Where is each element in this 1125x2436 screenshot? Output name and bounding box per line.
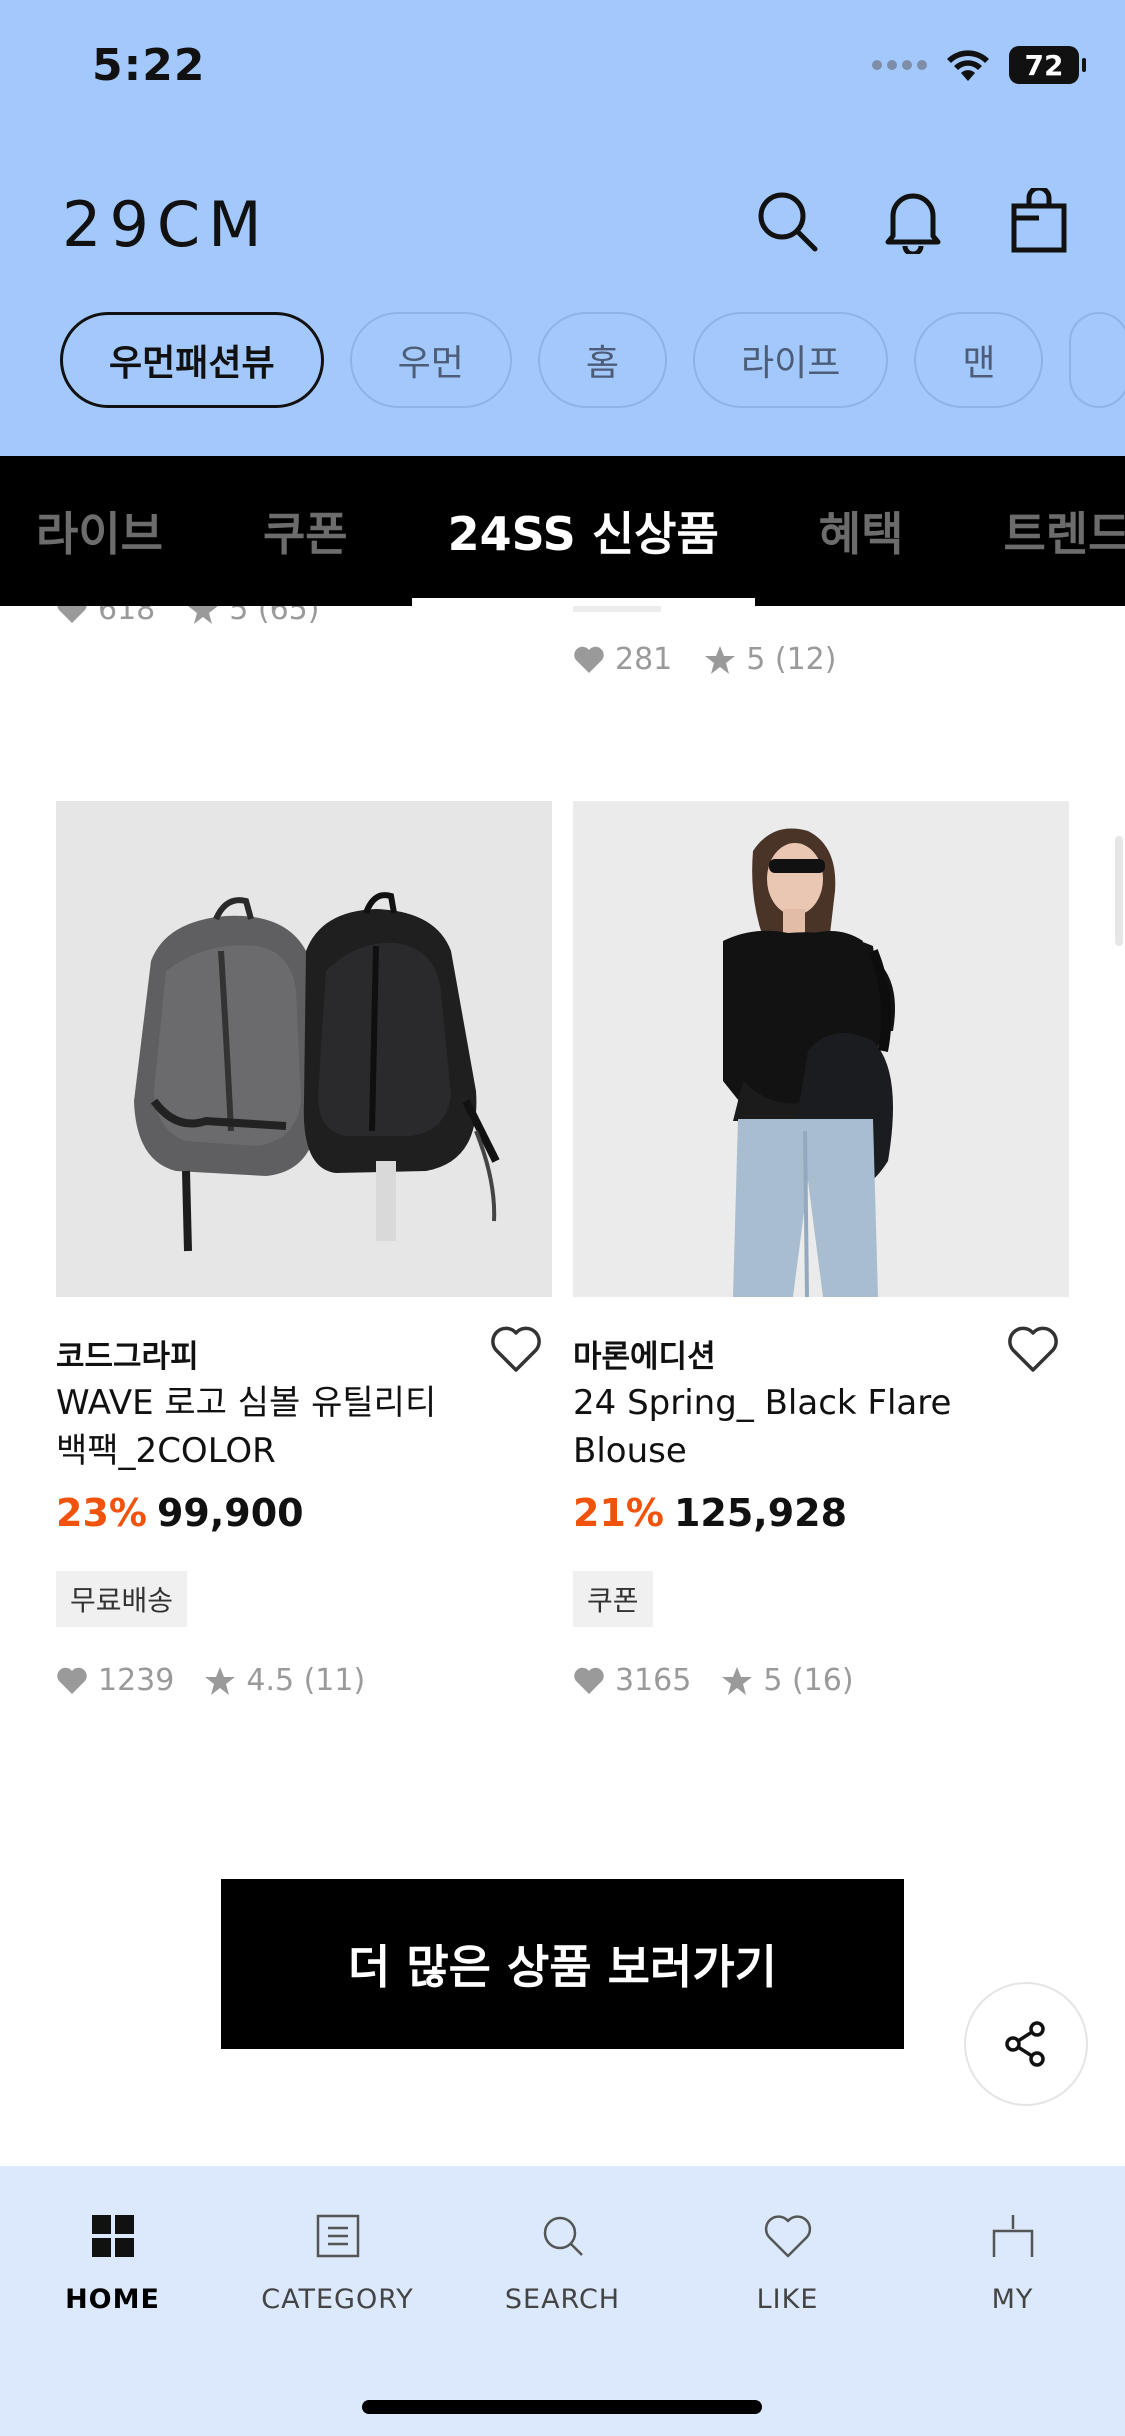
scroll-indicator bbox=[1115, 836, 1123, 946]
tab-coupon[interactable]: 쿠폰 bbox=[263, 456, 348, 606]
nav-my[interactable]: MY bbox=[900, 2206, 1125, 2315]
person-icon bbox=[983, 2206, 1043, 2266]
heart-icon bbox=[574, 1667, 604, 1694]
coupon-badge: 쿠폰 bbox=[573, 1571, 653, 1627]
price: 125,928 bbox=[673, 1491, 848, 1535]
top-header-area: 5:22 72 29CM 우먼패션뷰 우먼 홈 라이프 맨 bbox=[0, 0, 1125, 456]
product-stats: 3165 5 (16) bbox=[573, 1663, 884, 1698]
chip-men[interactable]: 맨 bbox=[914, 312, 1044, 408]
share-icon bbox=[1005, 2021, 1045, 2067]
price-row: 21% 125,928 bbox=[573, 1491, 847, 1535]
like-count: 1239 bbox=[98, 1663, 175, 1698]
app-header: 29CM bbox=[0, 170, 1125, 280]
product-feed: 618 5 (65) 281 5 (12) 코드그라피 WAVE 로고 심볼 유… bbox=[0, 606, 1125, 2166]
price-row: 23% 99,900 bbox=[56, 1491, 304, 1535]
rating: 4.5 (11) bbox=[246, 1663, 366, 1698]
like-count: 618 bbox=[98, 606, 156, 627]
heart-icon bbox=[758, 2206, 818, 2266]
like-heart-icon[interactable] bbox=[490, 1325, 542, 1377]
star-icon bbox=[722, 1666, 753, 1695]
battery-icon: 72 bbox=[1009, 46, 1086, 84]
chip-women[interactable]: 우먼 bbox=[349, 312, 512, 408]
like-heart-icon[interactable] bbox=[1007, 1325, 1059, 1377]
nav-label: LIKE bbox=[756, 2284, 819, 2315]
shopping-bag-icon[interactable] bbox=[1004, 186, 1074, 256]
tab-benefits[interactable]: 혜택 bbox=[819, 456, 904, 606]
star-icon bbox=[705, 645, 736, 674]
see-more-products-button[interactable]: 더 많은 상품 보러가기 bbox=[221, 1879, 904, 2049]
share-button[interactable] bbox=[964, 1982, 1088, 2106]
nav-label: SEARCH bbox=[504, 2284, 621, 2315]
product-image-blouse[interactable] bbox=[573, 801, 1069, 1297]
status-icons: 72 bbox=[872, 46, 1086, 84]
chip-more[interactable] bbox=[1069, 312, 1125, 408]
rating: 5 (65) bbox=[229, 606, 320, 627]
app-logo[interactable]: 29CM bbox=[62, 188, 270, 261]
home-grid-icon bbox=[83, 2206, 143, 2266]
signal-icon bbox=[872, 60, 927, 70]
rating: 5 (16) bbox=[763, 1663, 854, 1698]
rating: 5 (12) bbox=[746, 642, 837, 677]
nav-search[interactable]: SEARCH bbox=[450, 2206, 675, 2315]
discount-rate: 23% bbox=[56, 1491, 147, 1535]
discount-rate: 21% bbox=[573, 1491, 664, 1535]
like-count: 281 bbox=[615, 642, 673, 677]
star-icon bbox=[188, 606, 218, 624]
battery-level: 72 bbox=[1024, 48, 1064, 82]
product-card[interactable]: 마론에디션 24 Spring_ Black Flare Blouse 21% 1… bbox=[573, 801, 1069, 1698]
bell-icon[interactable] bbox=[878, 186, 948, 256]
product-card[interactable]: 코드그라피 WAVE 로고 심볼 유틸리티 백팩_2COLOR 23% 99,90… bbox=[56, 801, 552, 1698]
tab-live[interactable]: 라이브 bbox=[36, 456, 163, 606]
search-icon[interactable] bbox=[752, 186, 822, 256]
chip-womens-fashion-beauty[interactable]: 우먼패션뷰 bbox=[60, 312, 324, 408]
section-tab-bar: 라이브 쿠폰 24SS 신상품 혜택 트렌드 bbox=[0, 456, 1125, 606]
chip-life[interactable]: 라이프 bbox=[692, 312, 889, 408]
nav-label: MY bbox=[991, 2284, 1034, 2315]
chip-home[interactable]: 홈 bbox=[537, 312, 667, 408]
shipping-badge: 무료배송 bbox=[56, 1571, 188, 1627]
heart-icon bbox=[57, 606, 87, 623]
bottom-navigation: HOME CATEGORY SEARCH LIKE MY bbox=[0, 2166, 1125, 2436]
search-icon bbox=[533, 2206, 593, 2266]
nav-label: CATEGORY bbox=[261, 2284, 414, 2315]
prev-badge-edge bbox=[573, 606, 661, 612]
tab-24ss-new[interactable]: 24SS 신상품 bbox=[411, 456, 755, 606]
nav-category[interactable]: CATEGORY bbox=[225, 2206, 450, 2315]
heart-icon bbox=[574, 646, 604, 673]
category-chips: 우먼패션뷰 우먼 홈 라이프 맨 bbox=[60, 312, 1125, 408]
like-count: 3165 bbox=[615, 1663, 692, 1698]
product-brand[interactable]: 마론에디션 bbox=[573, 1331, 1069, 1376]
home-indicator bbox=[362, 2400, 762, 2414]
prev-right-stats: 281 5 (12) bbox=[573, 642, 856, 677]
nav-label: HOME bbox=[65, 2284, 160, 2315]
tab-trend[interactable]: 트렌드 bbox=[1003, 456, 1125, 606]
product-brand[interactable]: 코드그라피 bbox=[56, 1331, 552, 1376]
status-time: 5:22 bbox=[92, 40, 206, 91]
star-icon bbox=[205, 1666, 236, 1695]
nav-home[interactable]: HOME bbox=[0, 2206, 225, 2315]
product-stats: 1239 4.5 (11) bbox=[56, 1663, 395, 1698]
nav-like[interactable]: LIKE bbox=[675, 2206, 900, 2315]
status-bar: 5:22 72 bbox=[0, 0, 1125, 140]
heart-icon bbox=[57, 1667, 87, 1694]
prev-left-stats: 618 5 (65) bbox=[56, 606, 339, 627]
product-name[interactable]: 24 Spring_ Black Flare Blouse bbox=[573, 1379, 993, 1475]
category-list-icon bbox=[308, 2206, 368, 2266]
product-name[interactable]: WAVE 로고 심볼 유틸리티 백팩_2COLOR bbox=[56, 1379, 476, 1475]
price: 99,900 bbox=[156, 1491, 304, 1535]
product-image-backpack[interactable] bbox=[56, 801, 552, 1297]
wifi-icon bbox=[947, 50, 989, 81]
